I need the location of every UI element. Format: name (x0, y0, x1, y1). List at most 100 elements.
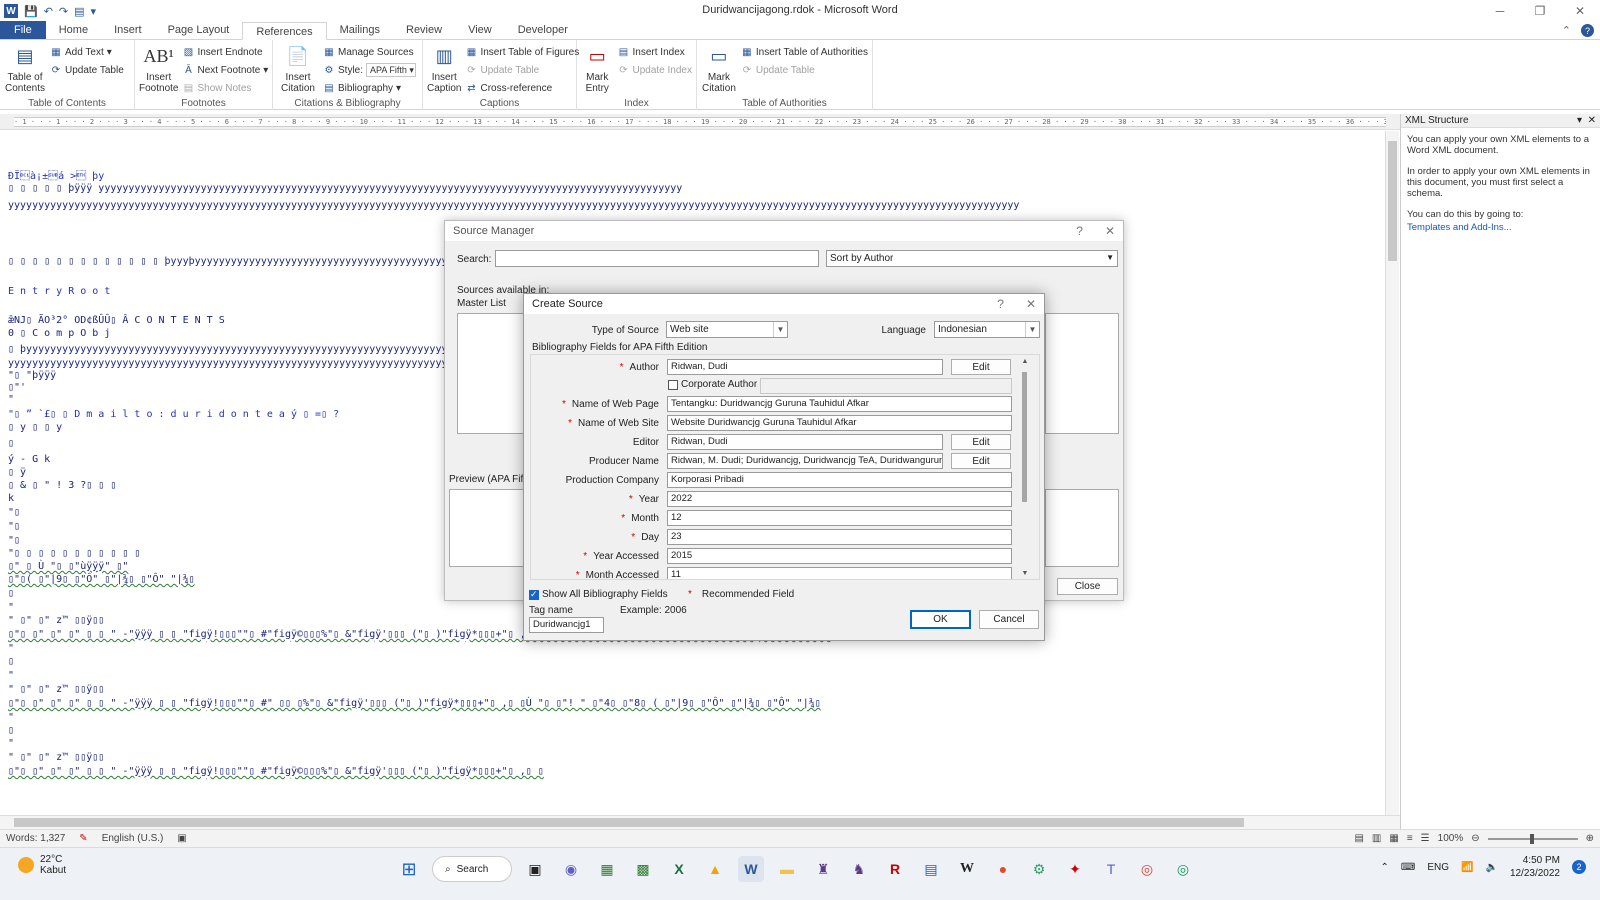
proofing-icon[interactable]: ✎ (79, 833, 87, 844)
horizontal-ruler[interactable]: · 1 · · · 1 · · · 2 · · · 3 · · · 4 · · … (0, 114, 1400, 130)
app-icon[interactable]: ♜ (810, 856, 836, 882)
app-icon[interactable]: ▩ (630, 856, 656, 882)
wikipedia-icon[interactable]: W (954, 856, 980, 882)
zoom-out-icon[interactable]: ⊖ (1471, 833, 1479, 844)
draft-icon[interactable]: ☰ (1421, 833, 1430, 844)
tab-review[interactable]: Review (393, 21, 455, 39)
zoom-in-icon[interactable]: ⊕ (1586, 833, 1594, 844)
tab-insert[interactable]: Insert (101, 21, 155, 39)
month-accessed-field[interactable]: 11 (667, 567, 1012, 579)
corporate-author-checkbox[interactable]: Corporate Author (668, 379, 757, 390)
horizontal-scrollbar[interactable] (0, 815, 1400, 829)
clock[interactable]: 4:50 PM 12/23/2022 (1510, 854, 1560, 880)
close-icon[interactable]: ✕ (1105, 224, 1115, 238)
taskbar-search[interactable]: ⌕ Search (432, 856, 512, 882)
bibliography-button[interactable]: ▤ Bibliography ▾ (323, 80, 416, 96)
sort-dropdown[interactable]: Sort by Author ▼ (826, 250, 1118, 267)
insert-index-button[interactable]: ▤ Insert Index (618, 44, 693, 60)
close-icon[interactable]: ✕ (1560, 0, 1600, 22)
show-notes-button[interactable]: ▤ Show Notes (182, 80, 268, 96)
wifi-icon[interactable]: 📶 (1461, 862, 1473, 873)
close-icon[interactable]: ✕ (1026, 297, 1036, 311)
next-footnote-button[interactable]: Ā Next Footnote ▾ (182, 62, 268, 78)
full-screen-icon[interactable]: ▥ (1372, 833, 1381, 844)
tag-name-field[interactable]: Duridwancjg1 (529, 617, 604, 633)
tab-page-layout[interactable]: Page Layout (155, 21, 243, 39)
master-list[interactable] (457, 313, 527, 434)
help-icon[interactable]: ? (1581, 24, 1594, 37)
tab-home[interactable]: Home (46, 21, 101, 39)
chevron-up-icon[interactable]: ⌃ (1381, 862, 1389, 873)
producer-field[interactable]: Ridwan, M. Dudi; Duridwancjg, Duridwancj… (667, 453, 943, 469)
current-list[interactable] (1045, 313, 1119, 434)
input-language[interactable]: ENG (1427, 862, 1449, 873)
help-icon[interactable]: ? (1076, 224, 1083, 238)
weather-widget[interactable]: 22°C Kabut (18, 854, 66, 876)
app-icon[interactable]: ⚙ (1026, 856, 1052, 882)
producer-edit-button[interactable]: Edit (951, 453, 1011, 469)
outline-icon[interactable]: ≡ (1407, 833, 1413, 844)
customize-qat-icon[interactable]: ▾ (91, 5, 97, 18)
excel-icon[interactable]: X (666, 856, 692, 882)
day-field[interactable]: 23 (667, 529, 1012, 545)
manage-sources-button[interactable]: ▦ Manage Sources (323, 44, 416, 60)
volume-icon[interactable]: 🔈 (1485, 862, 1497, 873)
minimize-icon[interactable]: ─ (1480, 0, 1520, 22)
restore-icon[interactable]: ❐ (1520, 0, 1560, 22)
language-status[interactable]: English (U.S.) (102, 833, 164, 844)
insert-table-of-authorities-button[interactable]: ▦ Insert Table of Authorities (741, 44, 868, 60)
zoom-slider[interactable] (1487, 833, 1578, 844)
tab-file[interactable]: File (0, 21, 46, 39)
redo-icon[interactable]: ↷ (59, 5, 68, 18)
style-dropdown[interactable]: APA Fifth ▾ (366, 63, 417, 77)
app-icon[interactable]: ▦ (594, 856, 620, 882)
author-field[interactable]: Ridwan, Dudi (667, 359, 943, 375)
fields-scrollbar[interactable]: ▲ ▼ (1019, 358, 1031, 580)
update-table-toa-button[interactable]: ⟳ Update Table (741, 62, 868, 78)
web-site-field[interactable]: Website Duridwancjg Guruna Tauhidul Afka… (667, 415, 1012, 431)
tab-view[interactable]: View (455, 21, 505, 39)
save-icon[interactable]: 💾 (24, 5, 38, 18)
print-layout-icon[interactable]: ▤ (1354, 833, 1363, 844)
update-index-button[interactable]: ⟳ Update Index (618, 62, 692, 78)
web-layout-icon[interactable]: ▦ (1389, 833, 1398, 844)
store-icon[interactable]: ▤ (918, 856, 944, 882)
scroll-up-icon[interactable]: ▲ (1019, 358, 1031, 368)
update-table-captions-button[interactable]: ⟳ Update Table (465, 62, 579, 78)
file-explorer-icon[interactable]: ▬ (774, 856, 800, 882)
tab-mailings[interactable]: Mailings (327, 21, 393, 39)
author-edit-button[interactable]: Edit (951, 359, 1011, 375)
macro-record-icon[interactable]: ▣ (177, 833, 186, 844)
show-all-fields-checkbox[interactable]: Show All Bibliography Fields (529, 589, 668, 600)
cancel-button[interactable]: Cancel (979, 610, 1039, 629)
production-company-field[interactable]: Korporasi Pribadi (667, 472, 1012, 488)
chrome-icon[interactable]: ◎ (1170, 856, 1196, 882)
year-accessed-field[interactable]: 2015 (667, 548, 1012, 564)
add-text-button[interactable]: ▦ Add Text ▾ (50, 44, 124, 60)
keyboard-icon[interactable]: ⌨ (1401, 862, 1415, 873)
search-input[interactable] (495, 250, 819, 267)
web-page-field[interactable]: Tentangku: Duridwancjg Guruna Tauhidul A… (667, 396, 1012, 412)
year-field[interactable]: 2022 (667, 491, 1012, 507)
notification-badge[interactable]: 2 (1572, 860, 1586, 874)
close-button[interactable]: Close (1057, 578, 1118, 595)
app-icon[interactable]: ▲ (702, 856, 728, 882)
pane-menu-icon[interactable]: ▾ (1577, 115, 1582, 126)
print-preview-icon[interactable]: ▤ (74, 5, 84, 18)
month-field[interactable]: 12 (667, 510, 1012, 526)
language-dropdown[interactable]: Indonesian ▼ (934, 321, 1040, 338)
teams-icon[interactable]: T (1098, 856, 1124, 882)
style-selector[interactable]: ⚙ Style: APA Fifth ▾ (323, 62, 417, 78)
cross-reference-button[interactable]: ⇄ Cross-reference (465, 80, 579, 96)
undo-icon[interactable]: ↶ (44, 5, 53, 18)
ok-button[interactable]: OK (910, 610, 971, 629)
editor-edit-button[interactable]: Edit (951, 434, 1011, 450)
scroll-down-icon[interactable]: ▼ (1019, 570, 1031, 580)
word-count[interactable]: Words: 1,327 (6, 833, 65, 844)
collapse-ribbon-icon[interactable]: ⌃ (1562, 24, 1571, 37)
chat-icon[interactable]: ◉ (558, 856, 584, 882)
update-table-button[interactable]: ⟳ Update Table (50, 62, 124, 78)
insert-table-of-figures-button[interactable]: ▦ Insert Table of Figures (465, 44, 580, 60)
word-icon[interactable]: W (738, 856, 764, 882)
editor-field[interactable]: Ridwan, Dudi (667, 434, 943, 450)
